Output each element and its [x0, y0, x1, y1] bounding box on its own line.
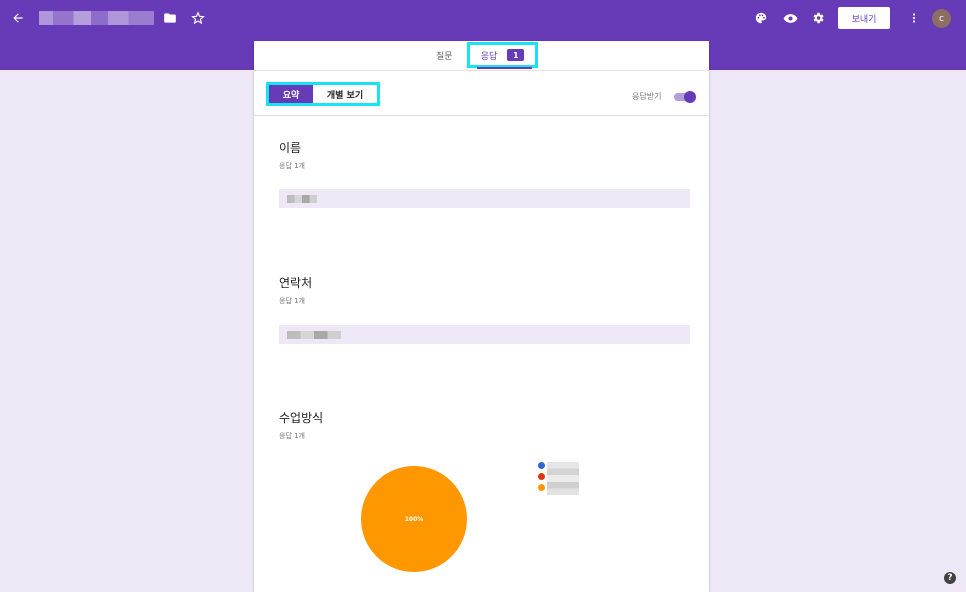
form-title-redacted[interactable]: [39, 11, 154, 25]
individual-view-button[interactable]: 개별 보기: [313, 85, 377, 103]
accepting-responses-label: 응답받기: [632, 92, 662, 101]
answer-row: [279, 325, 690, 344]
palette-icon[interactable]: [749, 6, 773, 30]
view-mode-toggle: 요약 개별 보기: [266, 82, 380, 106]
tab-questions[interactable]: 질문: [436, 49, 453, 62]
toolbar-divider: [254, 115, 709, 116]
send-button[interactable]: 보내기: [838, 7, 890, 29]
legend-color-dot: [538, 484, 545, 491]
accepting-responses-switch[interactable]: [672, 91, 696, 103]
active-tab-indicator: [477, 67, 532, 69]
response-pie-chart: 100%: [361, 466, 467, 572]
redacted-answer: [287, 195, 317, 203]
help-icon[interactable]: ?: [944, 572, 956, 584]
question-title: 연락처: [279, 276, 313, 290]
back-arrow-icon[interactable]: [6, 6, 30, 30]
redacted-answer: [287, 331, 341, 339]
summary-view-button[interactable]: 요약: [269, 85, 313, 103]
switch-knob: [684, 91, 696, 103]
preview-eye-icon[interactable]: [778, 6, 802, 30]
redacted-legend-labels: [547, 462, 579, 495]
folder-icon[interactable]: [158, 6, 182, 30]
star-icon[interactable]: [186, 6, 210, 30]
tab-responses[interactable]: 응답 1: [467, 42, 538, 68]
legend-color-dot: [538, 473, 545, 480]
settings-gear-icon[interactable]: [806, 6, 830, 30]
tab-responses-label: 응답: [480, 51, 498, 62]
legend-color-dot: [538, 462, 545, 469]
question-title: 이름: [279, 141, 302, 155]
more-vert-icon[interactable]: [902, 6, 926, 30]
responses-card: 질문 응답 1 요약 개별 보기 응답받기 이름 응답 1개 연락처 응답 1개…: [254, 41, 709, 592]
pie-slice-label: 100%: [405, 516, 424, 523]
chart-legend: [538, 462, 598, 502]
account-avatar[interactable]: c: [932, 9, 951, 28]
question-title: 수업방식: [279, 411, 324, 425]
form-tabs: 질문 응답 1: [254, 41, 709, 71]
answer-row: [279, 189, 690, 208]
response-count: 응답 1개: [279, 297, 305, 305]
responses-count-badge: 1: [507, 49, 525, 61]
response-count: 응답 1개: [279, 432, 305, 440]
response-count: 응답 1개: [279, 162, 305, 170]
